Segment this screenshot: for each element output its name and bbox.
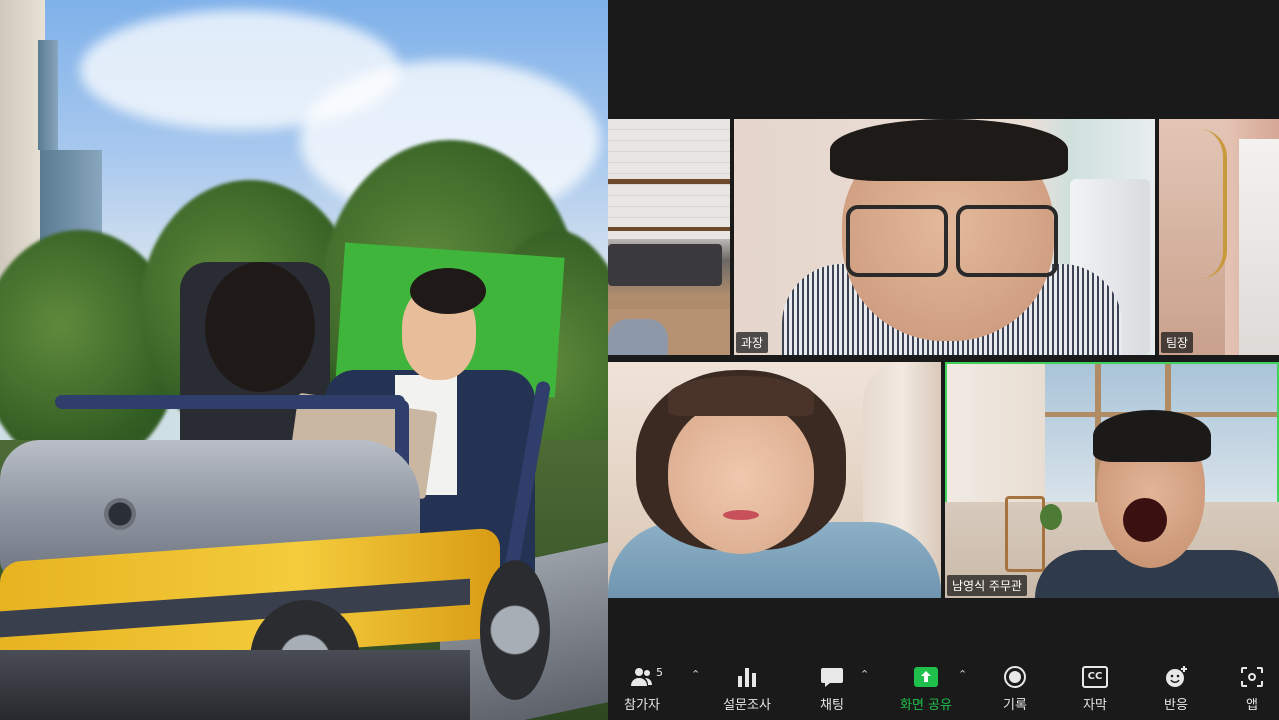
share-screen-label: 화면 공유 [900,698,952,713]
shelf [608,227,730,231]
apps-label: 앱 [1246,698,1258,713]
captions-button[interactable]: CC 자막 [1063,654,1127,720]
chat-caret-icon[interactable]: ⌃ [860,668,869,681]
espresso-machine [608,244,722,286]
cart-base [0,650,470,720]
chat-button[interactable]: 채팅 [800,654,864,720]
record-label: 기록 [1003,698,1027,713]
chat-icon [821,668,843,687]
rider-hair [205,262,315,392]
participant-tile-active-speaker[interactable]: 남영식 주무관 [945,362,1279,598]
participant-name: 과장 [736,332,769,353]
shelf [608,179,730,184]
apps-icon [1241,667,1263,687]
participant-tile[interactable] [608,119,730,355]
face [668,402,814,554]
hair [830,119,1068,181]
reactions-button[interactable]: 반응 [1144,654,1208,720]
participants-caret-icon[interactable]: ⌃ [691,668,700,681]
wheel [480,560,550,700]
safety-bar [55,395,405,409]
record-button[interactable]: 기록 [983,654,1047,720]
participant-tile[interactable]: 팀장 [1159,119,1279,355]
reactions-label: 반응 [1164,698,1188,713]
meeting-window: 과장 팀장 남영식 주무관 [608,0,1279,720]
open-mouth [1123,498,1167,542]
captions-icon: CC [1082,666,1108,688]
mirror-frame [1199,129,1227,279]
plant [1040,504,1062,530]
apps-button[interactable]: 앱 [1224,654,1279,720]
participant-name: 남영식 주무관 [947,575,1028,596]
participants-count: 5 [656,666,663,679]
person-shoulder [608,319,668,355]
coaster-video-scene [0,0,608,720]
participant-tile[interactable] [608,362,941,598]
smile-icon [1166,666,1187,687]
share-screen-icon [914,667,938,687]
polls-icon [738,668,756,687]
participants-icon [631,668,652,686]
glasses-right-lens [956,205,1058,277]
captions-label: 자막 [1083,698,1107,713]
polls-label: 설문조사 [723,698,771,713]
lips [723,510,759,520]
headlight [104,498,136,530]
glasses-left-lens [846,205,948,277]
participants-button[interactable]: 5 참가자 [610,654,674,720]
participant-name: 팀장 [1161,332,1194,353]
share-caret-icon[interactable]: ⌃ [958,668,967,681]
man-hair [410,268,486,314]
bangs [668,376,814,416]
participants-label: 참가자 [624,698,660,713]
participant-tile[interactable]: 과장 [734,119,1155,355]
chat-label: 채팅 [820,698,844,713]
hair [1093,410,1211,462]
door [1239,139,1279,355]
share-screen-button[interactable]: 화면 공유 [894,654,958,720]
polls-button[interactable]: 설문조사 [715,654,779,720]
building [38,40,58,150]
record-icon [1004,666,1026,688]
chair [1005,496,1045,572]
meeting-toolbar: 5 참가자 ⌃ 설문조사 채팅 ⌃ 화면 공유 ⌃ 기록 CC 자막 반응 앱 [608,654,1279,720]
